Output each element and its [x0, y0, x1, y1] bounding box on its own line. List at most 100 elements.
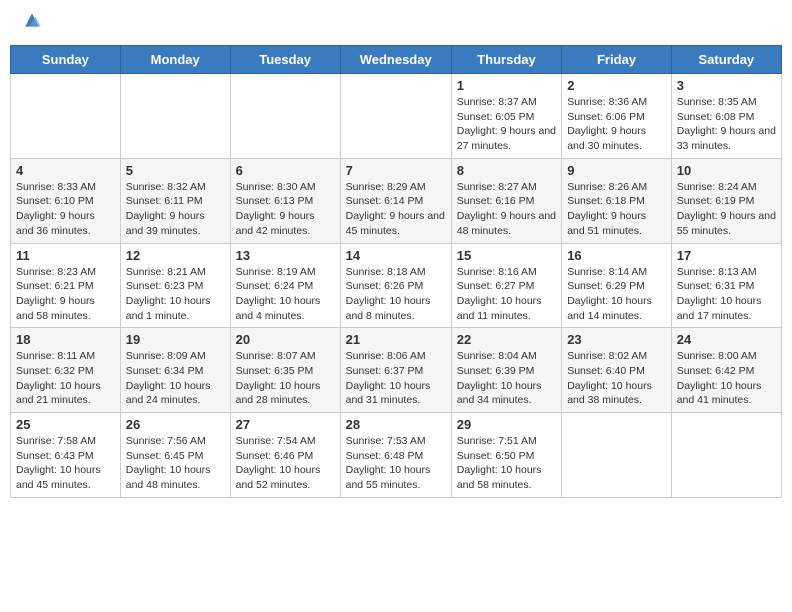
weekday-header-tuesday: Tuesday	[230, 46, 340, 74]
calendar-cell	[120, 74, 230, 159]
day-info: Sunrise: 8:27 AM Sunset: 6:16 PM Dayligh…	[457, 180, 556, 239]
day-number: 4	[16, 163, 115, 178]
day-info: Sunrise: 8:30 AM Sunset: 6:13 PM Dayligh…	[236, 180, 335, 239]
day-number: 24	[677, 332, 776, 347]
calendar-cell: 22 Sunrise: 8:04 AM Sunset: 6:39 PM Dayli…	[451, 328, 561, 413]
weekday-header-thursday: Thursday	[451, 46, 561, 74]
day-number: 6	[236, 163, 335, 178]
day-number: 10	[677, 163, 776, 178]
day-number: 19	[126, 332, 225, 347]
calendar-cell: 6 Sunrise: 8:30 AM Sunset: 6:13 PM Daylig…	[230, 158, 340, 243]
weekday-header-row: SundayMondayTuesdayWednesdayThursdayFrid…	[11, 46, 782, 74]
day-number: 21	[346, 332, 446, 347]
day-number: 7	[346, 163, 446, 178]
day-info: Sunrise: 7:53 AM Sunset: 6:48 PM Dayligh…	[346, 434, 446, 493]
calendar-cell: 14 Sunrise: 8:18 AM Sunset: 6:26 PM Dayli…	[340, 243, 451, 328]
logo-icon	[22, 10, 42, 30]
day-number: 16	[567, 248, 666, 263]
calendar-week-row: 11Sunrise: 8:23 AM Sunset: 6:21 PM Dayli…	[11, 243, 782, 328]
calendar-cell	[340, 74, 451, 159]
day-info: Sunrise: 8:26 AM Sunset: 6:18 PM Dayligh…	[567, 180, 666, 239]
weekday-header-monday: Monday	[120, 46, 230, 74]
day-info: Sunrise: 8:09 AM Sunset: 6:34 PM Dayligh…	[126, 349, 225, 408]
calendar-cell: 4 Sunrise: 8:33 AM Sunset: 6:10 PM Daylig…	[11, 158, 121, 243]
weekday-header-saturday: Saturday	[671, 46, 781, 74]
calendar-cell: 19 Sunrise: 8:09 AM Sunset: 6:34 PM Dayli…	[120, 328, 230, 413]
day-number: 2	[567, 78, 666, 93]
calendar-table: SundayMondayTuesdayWednesdayThursdayFrid…	[10, 45, 782, 498]
day-info: Sunrise: 8:24 AM Sunset: 6:19 PM Dayligh…	[677, 180, 776, 239]
day-info: Sunrise: 8:18 AM Sunset: 6:26 PM Dayligh…	[346, 265, 446, 324]
day-info: Sunrise: 8:37 AM Sunset: 6:05 PM Dayligh…	[457, 95, 556, 154]
calendar-cell: 21 Sunrise: 8:06 AM Sunset: 6:37 PM Dayli…	[340, 328, 451, 413]
weekday-header-wednesday: Wednesday	[340, 46, 451, 74]
day-info: Sunrise: 8:29 AM Sunset: 6:14 PM Dayligh…	[346, 180, 446, 239]
calendar-week-row: 4 Sunrise: 8:33 AM Sunset: 6:10 PM Daylig…	[11, 158, 782, 243]
day-number: 23	[567, 332, 666, 347]
calendar-cell	[230, 74, 340, 159]
day-number: 29	[457, 417, 556, 432]
day-number: 17	[677, 248, 776, 263]
day-number: 28	[346, 417, 446, 432]
day-number: 15	[457, 248, 556, 263]
calendar-cell: 16 Sunrise: 8:14 AM Sunset: 6:29 PM Dayli…	[562, 243, 672, 328]
page-header	[10, 10, 782, 35]
calendar-cell: 27 Sunrise: 7:54 AM Sunset: 6:46 PM Dayli…	[230, 413, 340, 498]
calendar-cell: 2 Sunrise: 8:36 AM Sunset: 6:06 PM Daylig…	[562, 74, 672, 159]
calendar-cell: 9 Sunrise: 8:26 AM Sunset: 6:18 PM Daylig…	[562, 158, 672, 243]
day-info: Sunrise: 8:32 AM Sunset: 6:11 PM Dayligh…	[126, 180, 225, 239]
day-info: Sunrise: 8:06 AM Sunset: 6:37 PM Dayligh…	[346, 349, 446, 408]
calendar-cell: 12Sunrise: 8:21 AM Sunset: 6:23 PM Dayli…	[120, 243, 230, 328]
calendar-cell: 17 Sunrise: 8:13 AM Sunset: 6:31 PM Dayli…	[671, 243, 781, 328]
day-info: Sunrise: 8:04 AM Sunset: 6:39 PM Dayligh…	[457, 349, 556, 408]
day-info: Sunrise: 7:58 AM Sunset: 6:43 PM Dayligh…	[16, 434, 115, 493]
day-info: Sunrise: 7:56 AM Sunset: 6:45 PM Dayligh…	[126, 434, 225, 493]
day-info: Sunrise: 8:33 AM Sunset: 6:10 PM Dayligh…	[16, 180, 115, 239]
calendar-cell: 1 Sunrise: 8:37 AM Sunset: 6:05 PM Daylig…	[451, 74, 561, 159]
calendar-cell	[671, 413, 781, 498]
day-info: Sunrise: 8:16 AM Sunset: 6:27 PM Dayligh…	[457, 265, 556, 324]
day-number: 8	[457, 163, 556, 178]
day-number: 14	[346, 248, 446, 263]
day-info: Sunrise: 7:54 AM Sunset: 6:46 PM Dayligh…	[236, 434, 335, 493]
calendar-week-row: 1 Sunrise: 8:37 AM Sunset: 6:05 PM Daylig…	[11, 74, 782, 159]
weekday-header-friday: Friday	[562, 46, 672, 74]
calendar-cell: 8 Sunrise: 8:27 AM Sunset: 6:16 PM Daylig…	[451, 158, 561, 243]
day-info: Sunrise: 8:21 AM Sunset: 6:23 PM Dayligh…	[126, 265, 225, 324]
day-number: 11	[16, 248, 115, 263]
day-info: Sunrise: 8:19 AM Sunset: 6:24 PM Dayligh…	[236, 265, 335, 324]
calendar-cell: 20 Sunrise: 8:07 AM Sunset: 6:35 PM Dayli…	[230, 328, 340, 413]
day-number: 20	[236, 332, 335, 347]
day-info: Sunrise: 8:07 AM Sunset: 6:35 PM Dayligh…	[236, 349, 335, 408]
calendar-cell: 13 Sunrise: 8:19 AM Sunset: 6:24 PM Dayli…	[230, 243, 340, 328]
logo	[20, 15, 42, 30]
calendar-cell	[11, 74, 121, 159]
calendar-cell: 7 Sunrise: 8:29 AM Sunset: 6:14 PM Daylig…	[340, 158, 451, 243]
day-info: Sunrise: 8:00 AM Sunset: 6:42 PM Dayligh…	[677, 349, 776, 408]
day-info: Sunrise: 8:14 AM Sunset: 6:29 PM Dayligh…	[567, 265, 666, 324]
day-info: Sunrise: 7:51 AM Sunset: 6:50 PM Dayligh…	[457, 434, 556, 493]
calendar-cell: 3Sunrise: 8:35 AM Sunset: 6:08 PM Daylig…	[671, 74, 781, 159]
calendar-cell: 23 Sunrise: 8:02 AM Sunset: 6:40 PM Dayli…	[562, 328, 672, 413]
calendar-cell: 25 Sunrise: 7:58 AM Sunset: 6:43 PM Dayli…	[11, 413, 121, 498]
day-number: 27	[236, 417, 335, 432]
day-number: 5	[126, 163, 225, 178]
day-info: Sunrise: 8:13 AM Sunset: 6:31 PM Dayligh…	[677, 265, 776, 324]
calendar-cell	[562, 413, 672, 498]
day-number: 9	[567, 163, 666, 178]
day-info: Sunrise: 8:02 AM Sunset: 6:40 PM Dayligh…	[567, 349, 666, 408]
calendar-week-row: 18Sunrise: 8:11 AM Sunset: 6:32 PM Dayli…	[11, 328, 782, 413]
calendar-cell: 5 Sunrise: 8:32 AM Sunset: 6:11 PM Daylig…	[120, 158, 230, 243]
day-number: 13	[236, 248, 335, 263]
day-number: 22	[457, 332, 556, 347]
calendar-cell: 26 Sunrise: 7:56 AM Sunset: 6:45 PM Dayli…	[120, 413, 230, 498]
day-info: Sunrise: 8:11 AM Sunset: 6:32 PM Dayligh…	[16, 349, 115, 408]
day-number: 1	[457, 78, 556, 93]
calendar-cell: 11Sunrise: 8:23 AM Sunset: 6:21 PM Dayli…	[11, 243, 121, 328]
day-number: 25	[16, 417, 115, 432]
calendar-cell: 29 Sunrise: 7:51 AM Sunset: 6:50 PM Dayli…	[451, 413, 561, 498]
day-info: Sunrise: 8:36 AM Sunset: 6:06 PM Dayligh…	[567, 95, 666, 154]
day-number: 26	[126, 417, 225, 432]
calendar-week-row: 25 Sunrise: 7:58 AM Sunset: 6:43 PM Dayli…	[11, 413, 782, 498]
weekday-header-sunday: Sunday	[11, 46, 121, 74]
